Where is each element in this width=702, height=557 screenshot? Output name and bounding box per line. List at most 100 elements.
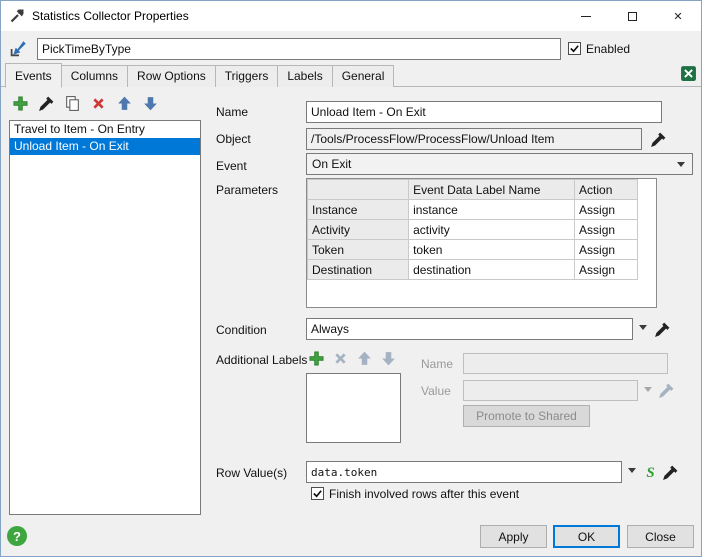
event-combobox-value: On Exit	[312, 157, 351, 171]
event-label: Event	[216, 159, 247, 173]
param-label-cell[interactable]: destination	[409, 260, 575, 280]
delete-x-icon	[90, 95, 107, 112]
parameters-label: Parameters	[216, 183, 278, 197]
additional-value-sampler-button[interactable]	[655, 379, 677, 401]
object-label: Object	[216, 132, 251, 146]
apply-button[interactable]: Apply	[480, 525, 547, 548]
additional-value-dropdown-icon[interactable]	[644, 387, 652, 392]
row-values-input[interactable]	[306, 461, 622, 483]
tab-labels[interactable]: Labels	[277, 65, 332, 87]
parameters-header-row: Event Data Label Name Action	[308, 180, 656, 200]
event-combobox[interactable]: On Exit	[306, 153, 693, 175]
table-row: Activity activity Assign	[308, 220, 656, 240]
move-label-down-button[interactable]	[377, 347, 399, 369]
finish-rows-label: Finish involved rows after this event	[329, 487, 519, 501]
collector-name-input[interactable]	[37, 38, 561, 60]
eyedropper-icon	[654, 321, 671, 338]
finish-rows-checkbox[interactable]	[311, 487, 324, 500]
events-listbox: Travel to Item - On Entry Unload Item - …	[9, 120, 201, 515]
event-list-item-selected[interactable]: Unload Item - On Exit	[10, 138, 200, 155]
param-label-cell[interactable]: activity	[409, 220, 575, 240]
param-action-cell[interactable]: Assign	[575, 260, 637, 280]
title-bar: Statistics Collector Properties ✕	[1, 1, 701, 31]
add-label-button[interactable]	[305, 347, 327, 369]
enabled-label: Enabled	[586, 42, 630, 56]
check-icon	[312, 488, 323, 499]
arrow-down-icon	[380, 350, 397, 367]
check-icon	[569, 43, 580, 54]
eyedropper-icon	[38, 95, 55, 112]
table-row: Instance instance Assign	[308, 200, 656, 220]
tab-columns[interactable]: Columns	[61, 65, 128, 87]
param-name: Instance	[308, 200, 409, 220]
additional-name-input[interactable]	[463, 353, 668, 374]
condition-sampler-button[interactable]	[651, 318, 673, 340]
sampler-icon	[10, 40, 27, 57]
additional-value-label: Value	[421, 384, 451, 398]
statistics-collector-properties-window: Statistics Collector Properties ✕ Enable…	[0, 0, 702, 557]
ok-button[interactable]: OK	[553, 525, 620, 548]
object-sampler-button[interactable]	[647, 128, 669, 150]
object-path-input[interactable]	[306, 128, 642, 150]
parameters-table: Event Data Label Name Action Instance in…	[306, 178, 657, 308]
delete-event-button[interactable]	[87, 92, 109, 114]
additional-value-input[interactable]	[463, 380, 638, 401]
delete-x-icon	[332, 350, 349, 367]
param-action-cell[interactable]: Assign	[575, 200, 637, 220]
flexscript-toggle-button[interactable]	[639, 460, 661, 482]
condition-input[interactable]	[306, 318, 633, 340]
col-blank	[308, 180, 409, 200]
param-label-cell[interactable]: token	[409, 240, 575, 260]
plus-icon	[308, 350, 325, 367]
param-name: Activity	[308, 220, 409, 240]
tab-general[interactable]: General	[332, 65, 395, 87]
app-icon	[9, 8, 25, 24]
table-row: Token token Assign	[308, 240, 656, 260]
window-title: Statistics Collector Properties	[32, 9, 189, 23]
tab-triggers[interactable]: Triggers	[215, 65, 279, 87]
row-values-sampler-button[interactable]	[659, 461, 681, 483]
close-icon: ✕	[673, 10, 682, 23]
enabled-checkbox[interactable]	[568, 42, 581, 55]
sampler-button[interactable]	[7, 37, 29, 59]
move-label-up-button[interactable]	[353, 347, 375, 369]
event-list-item[interactable]: Travel to Item - On Entry	[10, 121, 200, 138]
eyedropper-icon	[650, 131, 667, 148]
row-values-dropdown-icon[interactable]	[628, 468, 636, 473]
copy-icon	[64, 95, 81, 112]
maximize-button[interactable]	[609, 1, 655, 31]
sample-event-button[interactable]	[35, 92, 57, 114]
add-event-button[interactable]	[9, 92, 31, 114]
move-event-up-button[interactable]	[113, 92, 135, 114]
delete-label-button[interactable]	[329, 347, 351, 369]
help-icon: ?	[13, 529, 21, 544]
arrow-up-icon	[116, 95, 133, 112]
param-name: Token	[308, 240, 409, 260]
tab-row-options[interactable]: Row Options	[127, 65, 216, 87]
additional-labels-listbox[interactable]	[306, 373, 401, 443]
arrow-down-icon	[142, 95, 159, 112]
export-excel-button[interactable]	[677, 62, 699, 84]
eyedropper-icon	[658, 382, 675, 399]
tab-events[interactable]: Events	[5, 63, 62, 88]
minimize-icon	[581, 16, 591, 17]
tab-strip: Events Columns Row Options Triggers Labe…	[5, 65, 393, 87]
name-label: Name	[216, 105, 248, 119]
close-button[interactable]: ✕	[655, 1, 701, 31]
close-dialog-button[interactable]: Close	[627, 525, 694, 548]
param-label-cell[interactable]: instance	[409, 200, 575, 220]
row-values-label: Row Value(s)	[216, 466, 287, 480]
promote-to-shared-button[interactable]: Promote to Shared	[463, 405, 590, 427]
help-button[interactable]: ?	[7, 526, 27, 546]
param-action-cell[interactable]: Assign	[575, 220, 637, 240]
minimize-button[interactable]	[563, 1, 609, 31]
condition-dropdown-icon[interactable]	[639, 325, 647, 330]
param-action-cell[interactable]: Assign	[575, 240, 637, 260]
event-name-input[interactable]	[306, 101, 662, 123]
eyedropper-icon	[662, 464, 679, 481]
col-filler	[637, 180, 655, 200]
flexscript-icon	[642, 463, 659, 480]
copy-event-button[interactable]	[61, 92, 83, 114]
chevron-down-icon	[677, 162, 685, 167]
move-event-down-button[interactable]	[139, 92, 161, 114]
